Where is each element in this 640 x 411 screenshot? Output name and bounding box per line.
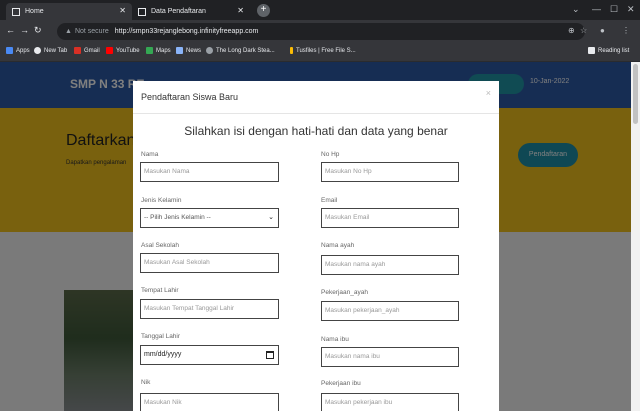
warning-icon: ▲	[65, 28, 72, 35]
maps-icon	[146, 47, 153, 54]
tanggal-lahir-field[interactable]: mm/dd/yyyy	[140, 345, 279, 365]
asal-sekolah-field[interactable]: Masukan Asal Sekolah	[140, 253, 279, 273]
pekerjaan-ayah-label: Pekerjaan_ayah	[321, 289, 368, 296]
tempat-lahir-label: Tempat Lahir	[141, 287, 179, 294]
tab-home[interactable]: Home ✕	[6, 3, 132, 20]
chevron-down-icon: ⌄	[268, 214, 274, 221]
gmail-icon	[74, 47, 81, 54]
youtube-icon	[106, 47, 113, 54]
bookmark-maps[interactable]: Maps	[146, 47, 171, 54]
tab-label: Data Pendaftaran	[151, 8, 206, 15]
bookmarks-bar: Apps New Tab Gmail YouTube Maps News The…	[0, 44, 640, 62]
tab-data-pendaftaran[interactable]: Data Pendaftaran ✕	[132, 3, 250, 20]
tab-search-icon[interactable]: ⌄	[572, 4, 580, 15]
nama-ayah-field[interactable]: Masukan nama ayah	[321, 255, 459, 275]
bookmark-tusfiles[interactable]: Tusfiles | Free File S...	[290, 47, 356, 54]
nik-field[interactable]: Masukan Nik	[140, 393, 279, 411]
reload-icon[interactable]: ↻	[34, 25, 42, 36]
registration-modal: Pendaftaran Siswa Baru × Silahkan isi de…	[133, 81, 499, 411]
apps-icon	[6, 47, 13, 54]
tempat-lahir-field[interactable]: Masukan Tempat Tanggal Lahir	[140, 299, 279, 319]
close-tab-icon[interactable]: ✕	[119, 6, 126, 15]
nama-ibu-field[interactable]: Masukan nama ibu	[321, 347, 459, 367]
bookmark-youtube[interactable]: YouTube	[106, 47, 140, 54]
close-tab-icon[interactable]: ✕	[237, 6, 244, 15]
close-window-icon[interactable]: ✕	[627, 4, 635, 15]
email-label: Email	[321, 197, 338, 204]
page-icon	[138, 7, 146, 16]
nama-label: Nama	[141, 151, 159, 158]
close-icon[interactable]: ×	[486, 88, 491, 98]
calendar-icon[interactable]	[266, 351, 274, 359]
asal-sekolah-label: Asal Sekolah	[141, 242, 179, 249]
page-viewport: SMP N 33 RE 10-Jan-2022 Daftarkan d Dapa…	[0, 62, 640, 411]
scrollbar-thumb[interactable]	[633, 64, 638, 124]
jenis-kelamin-select[interactable]: -- Pilih Jenis Kelamin -- ⌄	[140, 208, 279, 228]
bookmark-long-dark[interactable]: The Long Dark Stea...	[206, 47, 275, 54]
form-heading: Silahkan isi dengan hati-hati dan data y…	[184, 124, 448, 138]
file-icon	[290, 47, 293, 54]
url-field[interactable]: ▲ Not secure http://smpn33rejanglebong.i…	[57, 23, 585, 40]
nama-ayah-label: Nama ayah	[321, 242, 355, 249]
pekerjaan-ibu-label: Pekerjaan ibu	[321, 380, 361, 387]
back-icon[interactable]: ←	[6, 25, 15, 35]
nama-ibu-label: Nama ibu	[321, 336, 349, 343]
new-tab-button[interactable]: +	[257, 4, 270, 17]
menu-icon[interactable]: ⋮	[622, 26, 630, 35]
profile-icon[interactable]: ●	[600, 26, 605, 35]
forward-icon[interactable]: →	[20, 25, 29, 35]
select-value: -- Pilih Jenis Kelamin --	[144, 214, 211, 221]
jenis-kelamin-label: Jenis Kelamin	[141, 197, 182, 204]
news-icon	[176, 47, 183, 54]
nama-field[interactable]: Masukan Nama	[140, 162, 279, 182]
globe-icon	[34, 47, 41, 54]
pekerjaan-ayah-field[interactable]: Masukan pekerjaan_ayah	[321, 301, 459, 321]
modal-header: Pendaftaran Siswa Baru ×	[133, 81, 499, 114]
reading-list[interactable]: Reading list	[588, 47, 629, 54]
page-icon	[12, 7, 20, 16]
maximize-icon[interactable]: ☐	[610, 4, 618, 15]
bookmark-apps[interactable]: Apps	[6, 47, 30, 54]
steam-icon	[206, 47, 213, 54]
star-icon[interactable]: ☆	[580, 26, 587, 35]
reading-list-icon	[588, 47, 595, 54]
date-value: mm/dd/yyyy	[144, 351, 182, 358]
page-scrollbar[interactable]	[631, 62, 640, 411]
pekerjaan-ibu-field[interactable]: Masukan pekerjaan ibu	[321, 393, 459, 411]
address-toolbar: ← → ↻ ▲ Not secure http://smpn33rejangle…	[0, 20, 640, 44]
email-field[interactable]: Masukan Email	[321, 208, 459, 228]
bookmark-new-tab[interactable]: New Tab	[34, 47, 67, 54]
bookmark-gmail[interactable]: Gmail	[74, 47, 100, 54]
nik-label: Nik	[141, 379, 151, 386]
tab-label: Home	[25, 8, 44, 15]
modal-title: Pendaftaran Siswa Baru	[141, 92, 239, 102]
nohp-field[interactable]: Masukan No Hp	[321, 162, 459, 182]
url-text: http://smpn33rejanglebong.infinityfreeap…	[114, 28, 259, 35]
nohp-label: No Hp	[321, 151, 340, 158]
tanggal-lahir-label: Tanggal Lahir	[141, 333, 181, 340]
not-secure-label: Not secure	[74, 28, 109, 35]
minimize-icon[interactable]: —	[592, 4, 601, 14]
browser-tab-bar: Home ✕ Data Pendaftaran ✕ + ⌄ — ☐ ✕	[0, 0, 640, 20]
bookmark-news[interactable]: News	[176, 47, 201, 54]
install-icon[interactable]: ⊕	[568, 26, 575, 35]
